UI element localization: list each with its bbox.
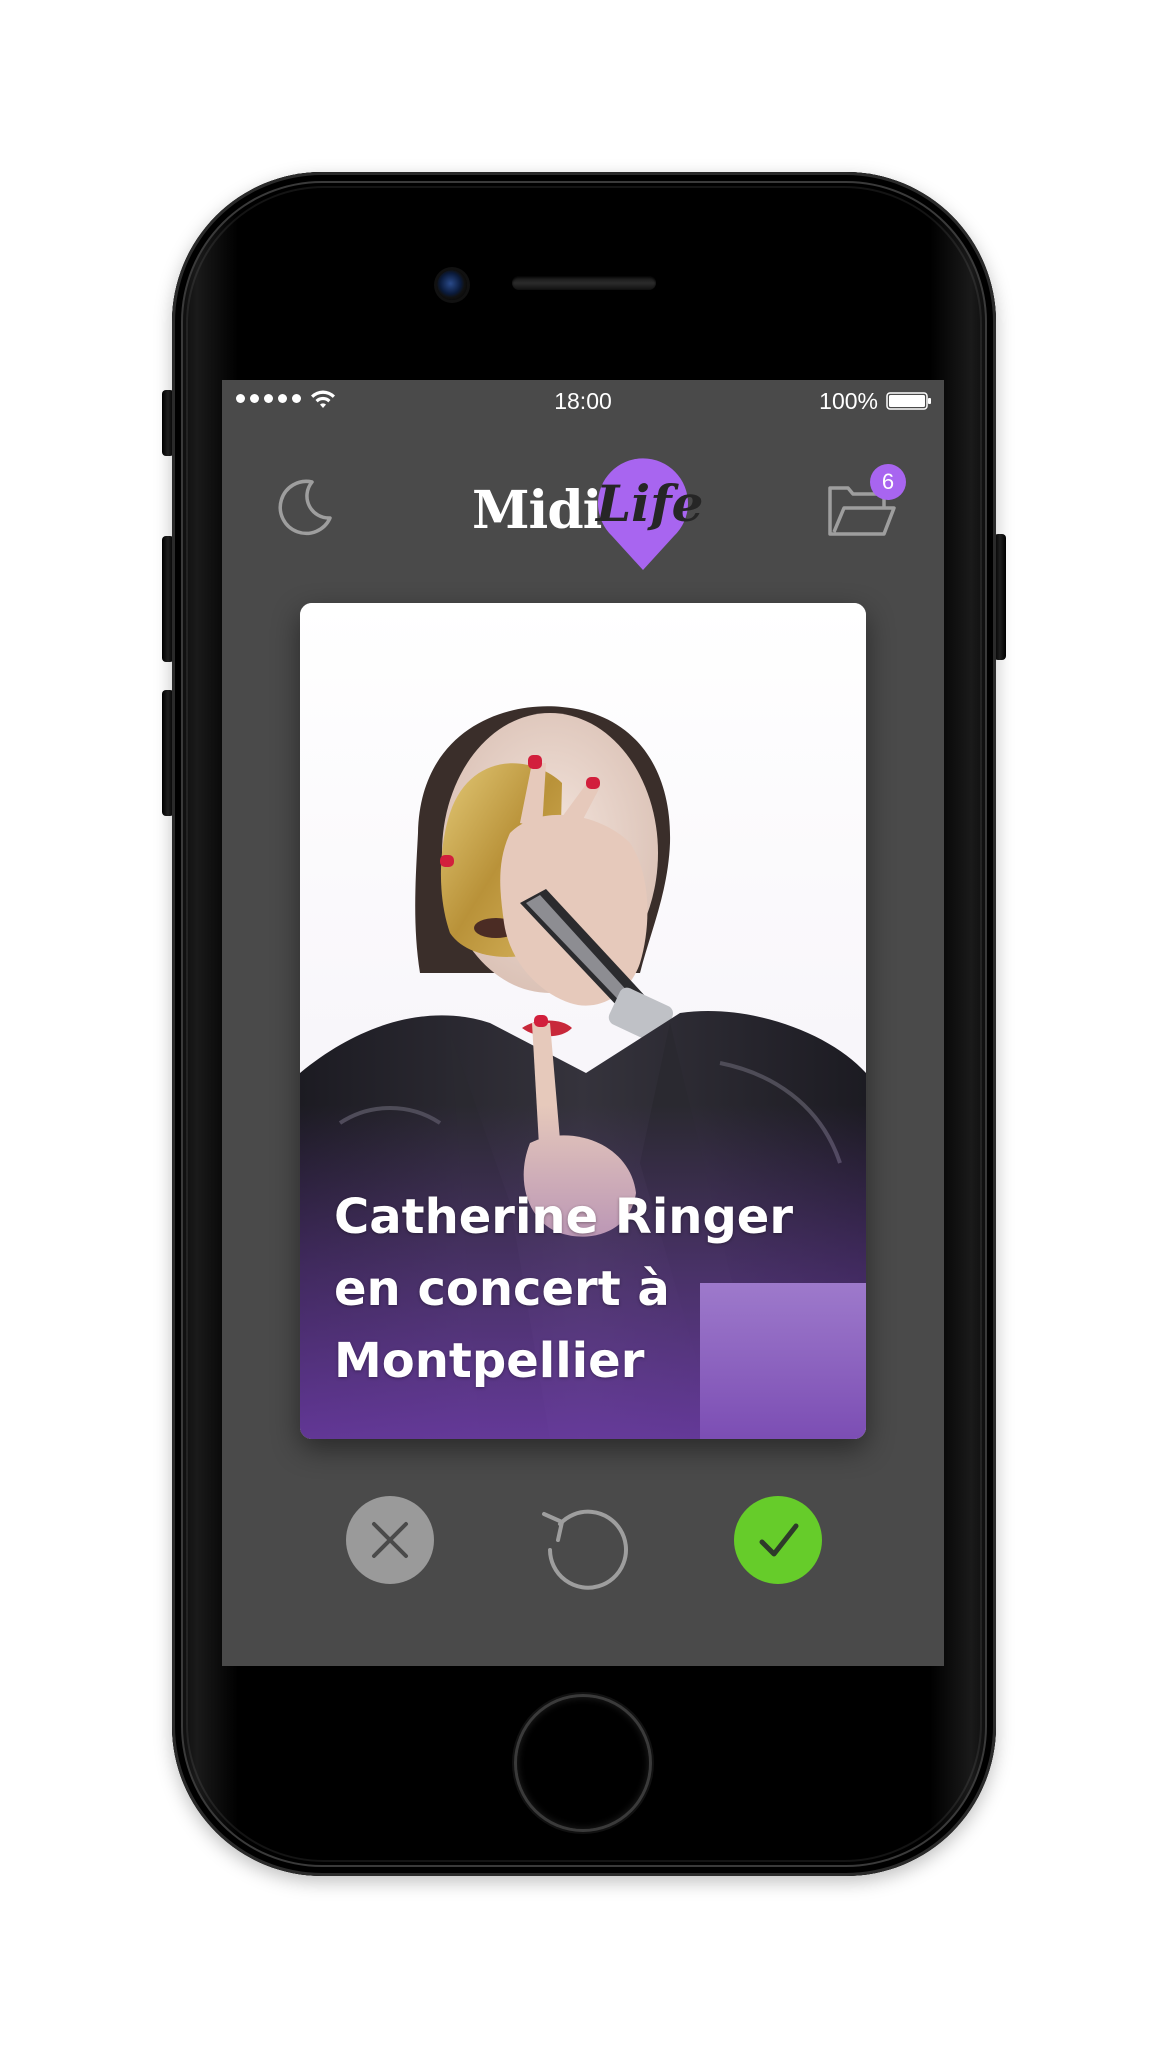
undo-icon <box>542 1509 628 1590</box>
logo-word-midi: Midi <box>472 480 602 541</box>
undo-button[interactable] <box>536 1494 632 1590</box>
close-icon <box>372 1522 408 1558</box>
saved-count-badge: 6 <box>870 464 906 500</box>
swipe-actions <box>222 1490 944 1590</box>
logo-word-life: Life <box>596 474 704 533</box>
event-card[interactable]: Catherine Ringer en concert à Montpellie… <box>300 603 866 1439</box>
midilife-logo: Midi Life <box>472 450 712 580</box>
moon-icon[interactable] <box>272 474 336 538</box>
checkmark-icon <box>759 1523 799 1557</box>
earpiece-speaker <box>512 276 656 290</box>
status-bar: 18:00 100% <box>222 380 944 420</box>
reject-button[interactable] <box>346 1496 434 1584</box>
battery-full-icon <box>886 392 931 410</box>
event-title: Catherine Ringer en concert à Montpellie… <box>334 1189 794 1389</box>
accept-button[interactable] <box>734 1496 822 1584</box>
battery-percent: 100% <box>819 388 878 414</box>
front-camera <box>437 270 467 300</box>
app-screen: 18:00 100% Midi Life 6 Catherine Ringer … <box>222 380 944 1666</box>
nav-bar: Midi Life 6 <box>222 440 944 570</box>
home-button[interactable] <box>517 1697 649 1829</box>
